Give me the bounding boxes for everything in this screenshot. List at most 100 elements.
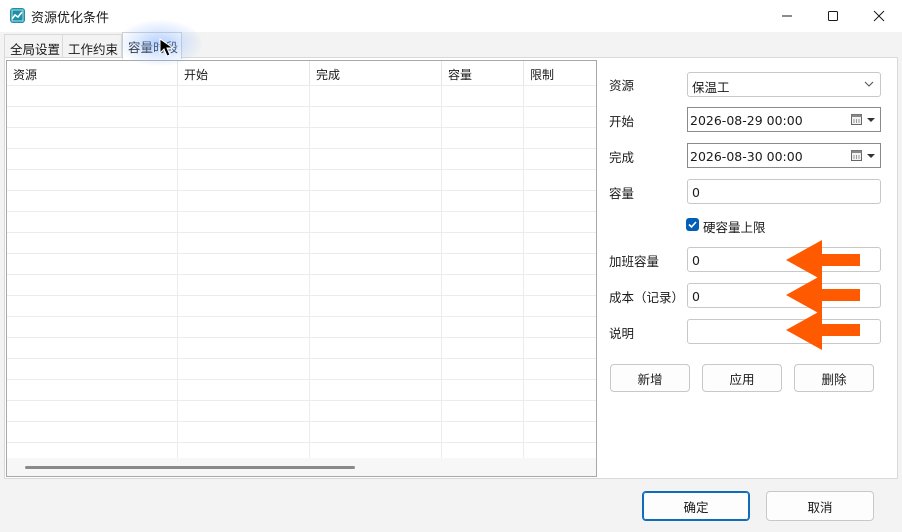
table-cell[interactable] — [442, 338, 524, 358]
table-cell[interactable] — [310, 170, 442, 190]
table-cell[interactable] — [442, 86, 524, 106]
table-row[interactable] — [7, 232, 596, 253]
table-cell[interactable] — [442, 128, 524, 148]
table-cell[interactable] — [442, 401, 524, 421]
table-cell[interactable] — [310, 401, 442, 421]
table-cell[interactable] — [7, 170, 178, 190]
table-cell[interactable] — [178, 86, 310, 106]
table-cell[interactable] — [310, 149, 442, 169]
table-row[interactable] — [7, 421, 596, 442]
table-row[interactable] — [7, 127, 596, 148]
table-cell[interactable] — [442, 254, 524, 274]
table-row[interactable] — [7, 253, 596, 274]
table-cell[interactable] — [7, 212, 178, 232]
hard-limit-checkbox[interactable] — [686, 218, 699, 231]
table-cell[interactable] — [310, 317, 442, 337]
table-cell[interactable] — [524, 296, 596, 316]
table-cell[interactable] — [7, 296, 178, 316]
table-cell[interactable] — [442, 359, 524, 379]
close-button[interactable] — [856, 0, 902, 32]
table-cell[interactable] — [7, 128, 178, 148]
table-cell[interactable] — [442, 191, 524, 211]
table-cell[interactable] — [310, 254, 442, 274]
table-row[interactable] — [7, 148, 596, 169]
table-row[interactable] — [7, 169, 596, 190]
table-cell[interactable] — [524, 422, 596, 442]
table-cell[interactable] — [7, 107, 178, 127]
hard-limit-label[interactable]: 硬容量上限 — [703, 217, 766, 236]
capacity-grid[interactable]: 资源 开始 完成 容量 限制 — [6, 60, 597, 477]
table-cell[interactable] — [178, 191, 310, 211]
table-cell[interactable] — [7, 86, 178, 106]
table-cell[interactable] — [442, 170, 524, 190]
table-cell[interactable] — [524, 338, 596, 358]
table-cell[interactable] — [7, 149, 178, 169]
table-cell[interactable] — [524, 170, 596, 190]
table-row[interactable] — [7, 400, 596, 421]
table-row[interactable] — [7, 274, 596, 295]
calendar-icon[interactable] — [851, 113, 862, 125]
table-cell[interactable] — [178, 401, 310, 421]
table-cell[interactable] — [310, 275, 442, 295]
table-cell[interactable] — [178, 128, 310, 148]
maximize-button[interactable] — [810, 0, 856, 32]
table-row[interactable] — [7, 190, 596, 211]
table-cell[interactable] — [310, 380, 442, 400]
table-row[interactable] — [7, 358, 596, 379]
cancel-button[interactable]: 取消 — [766, 491, 874, 521]
calendar-icon[interactable] — [851, 149, 862, 161]
table-row[interactable] — [7, 379, 596, 400]
table-cell[interactable] — [442, 212, 524, 232]
table-cell[interactable] — [178, 149, 310, 169]
delete-button[interactable]: 删除 — [794, 364, 874, 392]
finish-datetime-picker[interactable]: 2026-08-30 00:00 — [687, 143, 881, 168]
table-cell[interactable] — [442, 107, 524, 127]
table-cell[interactable] — [442, 296, 524, 316]
tab-work-constraints[interactable]: 工作约束 — [63, 34, 122, 58]
table-cell[interactable] — [524, 275, 596, 295]
table-cell[interactable] — [178, 254, 310, 274]
table-cell[interactable] — [524, 233, 596, 253]
table-row[interactable] — [7, 85, 596, 106]
table-cell[interactable] — [524, 212, 596, 232]
table-cell[interactable] — [7, 401, 178, 421]
table-cell[interactable] — [178, 107, 310, 127]
table-cell[interactable] — [524, 191, 596, 211]
table-cell[interactable] — [524, 107, 596, 127]
table-cell[interactable] — [524, 128, 596, 148]
apply-button[interactable]: 应用 — [702, 364, 782, 392]
minimize-button[interactable] — [764, 0, 810, 32]
table-cell[interactable] — [524, 149, 596, 169]
table-cell[interactable] — [310, 86, 442, 106]
table-cell[interactable] — [7, 254, 178, 274]
table-cell[interactable] — [178, 275, 310, 295]
table-row[interactable] — [7, 316, 596, 337]
column-header-capacity[interactable]: 容量 — [442, 61, 524, 85]
add-button[interactable]: 新增 — [610, 364, 690, 392]
table-cell[interactable] — [310, 296, 442, 316]
column-header-limit[interactable]: 限制 — [524, 61, 596, 85]
table-cell[interactable] — [310, 212, 442, 232]
ok-button[interactable]: 确定 — [642, 491, 750, 521]
table-cell[interactable] — [178, 422, 310, 442]
table-cell[interactable] — [310, 107, 442, 127]
tab-global-settings[interactable]: 全局设置 — [4, 34, 63, 58]
table-cell[interactable] — [178, 317, 310, 337]
start-datetime-picker[interactable]: 2026-08-29 00:00 — [687, 107, 881, 132]
table-cell[interactable] — [7, 422, 178, 442]
table-cell[interactable] — [524, 359, 596, 379]
scrollbar-thumb[interactable] — [25, 466, 355, 469]
table-cell[interactable] — [442, 422, 524, 442]
table-cell[interactable] — [442, 380, 524, 400]
table-row[interactable] — [7, 295, 596, 316]
table-cell[interactable] — [310, 422, 442, 442]
table-cell[interactable] — [524, 317, 596, 337]
resource-combobox[interactable]: 保温工 — [687, 72, 881, 97]
table-cell[interactable] — [310, 233, 442, 253]
table-cell[interactable] — [524, 86, 596, 106]
table-cell[interactable] — [178, 359, 310, 379]
table-cell[interactable] — [310, 191, 442, 211]
capacity-input[interactable]: 0 — [687, 179, 881, 204]
table-cell[interactable] — [7, 191, 178, 211]
chevron-down-icon[interactable] — [867, 118, 875, 122]
